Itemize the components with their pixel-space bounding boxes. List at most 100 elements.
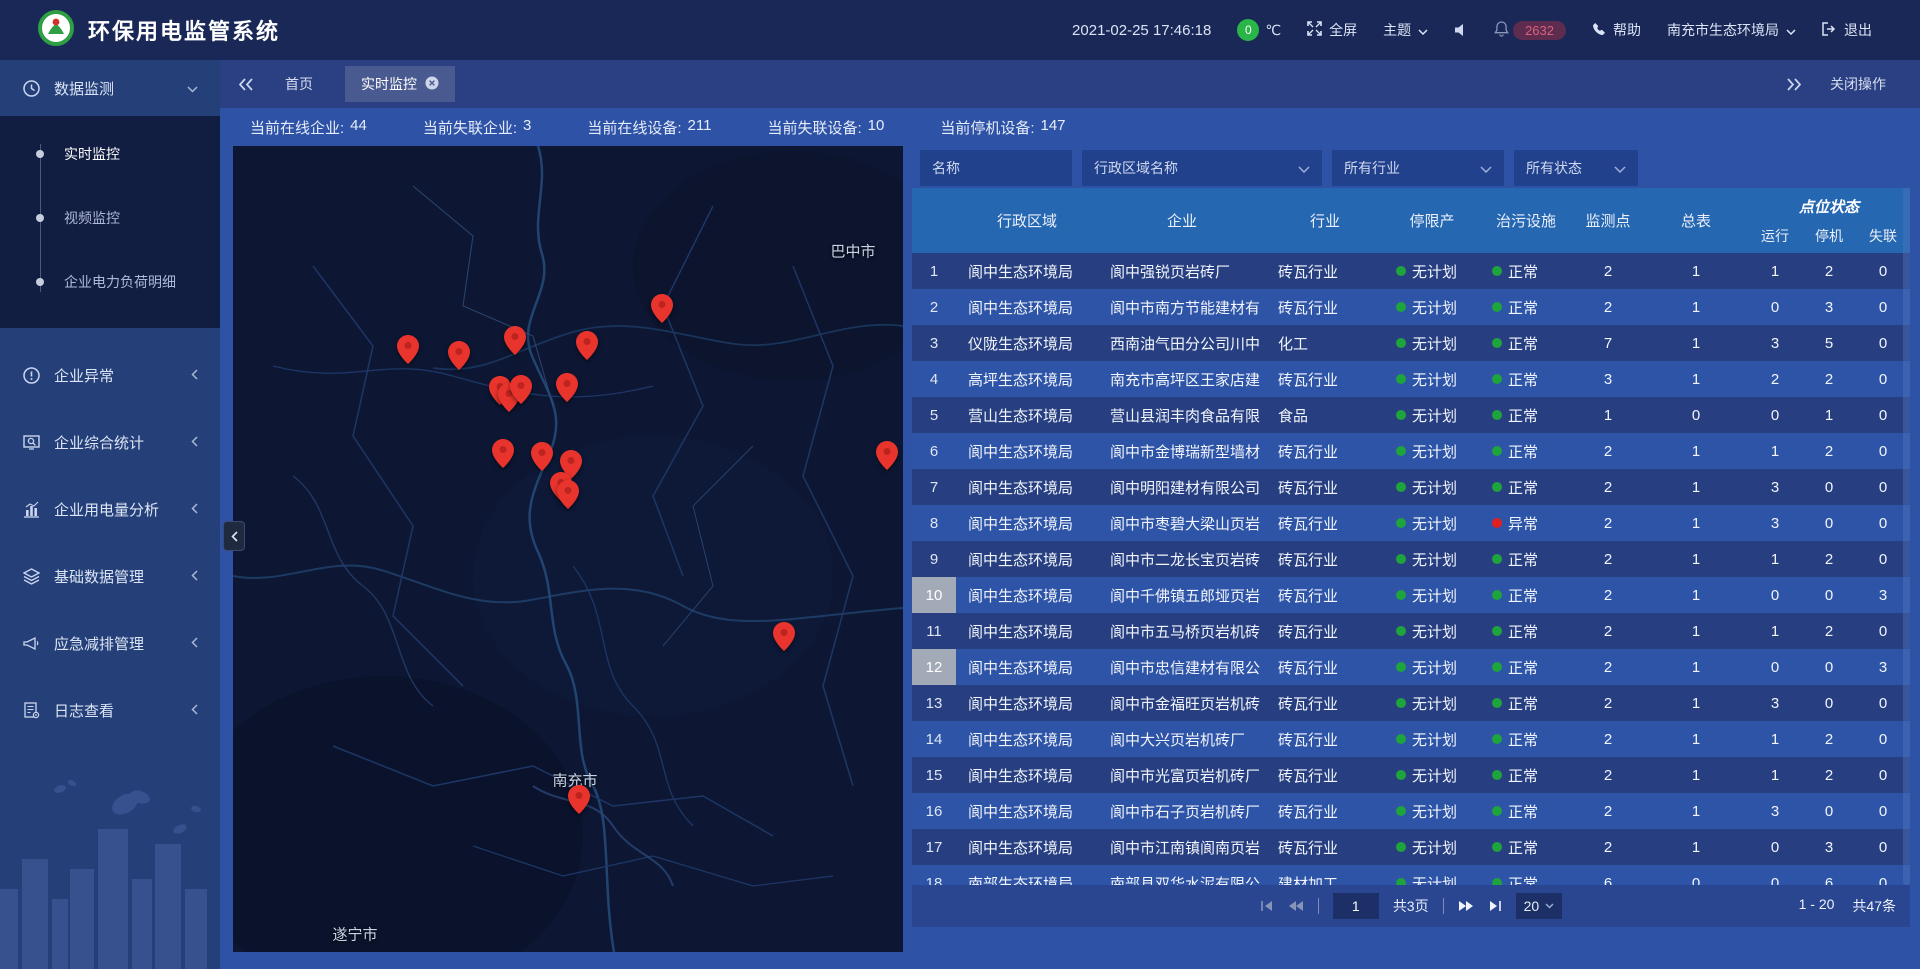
table-row[interactable]: 8阆中生态环境局阆中市枣碧大梁山页岩砖瓦行业无计划异常21300	[912, 505, 1910, 541]
theme-dropdown[interactable]: 主题	[1383, 20, 1428, 40]
help-button[interactable]: 帮助	[1592, 20, 1641, 40]
table-row[interactable]: 7阆中生态环境局阆中明阳建材有限公司砖瓦行业无计划正常21300	[912, 469, 1910, 505]
row-number: 8	[912, 505, 956, 541]
row-company: 阆中市忠信建材有限公	[1098, 649, 1266, 685]
row-monitor-points: 6	[1572, 865, 1644, 885]
tabs-scroll-left-icon[interactable]	[238, 78, 253, 91]
row-industry: 砖瓦行业	[1266, 433, 1384, 469]
row-running-count: 0	[1748, 397, 1802, 433]
row-limit-status: 无计划	[1384, 433, 1480, 469]
status-filter-select[interactable]: 所有状态	[1514, 150, 1638, 186]
map-pin[interactable]	[492, 439, 514, 468]
table-row[interactable]: 12阆中生态环境局阆中市忠信建材有限公砖瓦行业无计划正常21003	[912, 649, 1910, 685]
region-filter-select[interactable]: 行政区域名称	[1082, 150, 1322, 186]
map-panel[interactable]: 巴中市南充市遂宁市	[233, 146, 903, 952]
page-number-input[interactable]: 1	[1333, 893, 1379, 919]
monitor-search-icon	[22, 434, 40, 451]
col-index	[912, 188, 956, 253]
map-pin[interactable]	[651, 294, 673, 323]
stat-item: 当前失联设备:10	[767, 117, 884, 138]
sidebar-item-power-usage-analysis[interactable]: 企业用电量分析	[0, 476, 220, 543]
row-region: 高坪生态环境局	[956, 361, 1098, 397]
logout-button[interactable]: 退出	[1822, 20, 1872, 40]
prev-page-icon[interactable]	[1288, 900, 1304, 912]
map-pin[interactable]	[576, 331, 598, 360]
row-facility-status: 正常	[1480, 253, 1572, 289]
table-row[interactable]: 10阆中生态环境局阆中千佛镇五郎垭页岩砖瓦行业无计划正常21003	[912, 577, 1910, 613]
sidebar-item-data-monitoring[interactable]: 数据监测	[0, 60, 220, 116]
col-group-point-status: 点位状态	[1748, 188, 1910, 218]
fullscreen-label: 全屏	[1329, 20, 1357, 40]
next-page-icon[interactable]	[1458, 900, 1474, 912]
chevron-left-icon	[191, 367, 198, 384]
user-dropdown[interactable]: 南充市生态环境局	[1667, 20, 1796, 40]
close-operations-button[interactable]: 关闭操作	[1830, 74, 1886, 94]
row-stopped-count: 2	[1802, 757, 1856, 793]
sidebar-item-enterprise-abnormal[interactable]: 企业异常	[0, 342, 220, 409]
table-row[interactable]: 13阆中生态环境局阆中市金福旺页岩机砖砖瓦行业无计划正常21300	[912, 685, 1910, 721]
table-row[interactable]: 14阆中生态环境局阆中大兴页岩机砖厂砖瓦行业无计划正常21120	[912, 721, 1910, 757]
speaker-icon[interactable]	[1454, 23, 1468, 37]
tab-home[interactable]: 首页	[269, 66, 329, 102]
row-region: 阆中生态环境局	[956, 433, 1098, 469]
map-pin[interactable]	[556, 373, 578, 402]
table-row[interactable]: 18南部生态环境局南部县双华水泥有限公建材加工无计划正常60060	[912, 865, 1910, 885]
sidebar-item-power-load-detail[interactable]: 企业电力负荷明细	[0, 250, 220, 314]
industry-filter-select[interactable]: 所有行业	[1332, 150, 1504, 186]
table-row[interactable]: 17阆中生态环境局阆中市江南镇阆南页岩砖瓦行业无计划正常21030	[912, 829, 1910, 865]
map-collapse-handle[interactable]	[223, 521, 245, 551]
col-limit-production: 停限产	[1384, 188, 1480, 253]
row-stopped-count: 0	[1802, 649, 1856, 685]
table-scrollbar[interactable]	[1903, 188, 1910, 885]
map-pin[interactable]	[773, 622, 795, 651]
sidebar-item-base-data-management[interactable]: 基础数据管理	[0, 543, 220, 610]
table-row[interactable]: 3仪陇生态环境局西南油气田分公司川中化工无计划正常71350	[912, 325, 1910, 361]
close-icon[interactable]	[425, 76, 439, 93]
sidebar-item-video-monitoring[interactable]: 视频监控	[0, 186, 220, 250]
sidebar-item-enterprise-statistics[interactable]: 企业综合统计	[0, 409, 220, 476]
tabs-scroll-right-icon[interactable]	[1787, 78, 1802, 91]
row-company: 阆中明阳建材有限公司	[1098, 469, 1266, 505]
brand: 环保用电监管系统	[0, 10, 280, 51]
map-pin[interactable]	[510, 375, 532, 404]
map-pin[interactable]	[876, 441, 898, 470]
table-row[interactable]: 1阆中生态环境局阆中强锐页岩砖厂砖瓦行业无计划正常21120	[912, 253, 1910, 289]
row-offline-count: 0	[1856, 325, 1910, 361]
row-limit-status: 无计划	[1384, 757, 1480, 793]
table-row[interactable]: 2阆中生态环境局阆中市南方节能建材有砖瓦行业无计划正常21030	[912, 289, 1910, 325]
chevron-left-icon	[191, 635, 198, 652]
row-number: 5	[912, 397, 956, 433]
table-row[interactable]: 11阆中生态环境局阆中市五马桥页岩机砖砖瓦行业无计划正常21120	[912, 613, 1910, 649]
table-row[interactable]: 9阆中生态环境局阆中市二龙长宝页岩砖砖瓦行业无计划正常21120	[912, 541, 1910, 577]
page-size-select[interactable]: 20	[1516, 893, 1563, 919]
first-page-icon[interactable]	[1260, 900, 1274, 912]
map-pin[interactable]	[448, 341, 470, 370]
map-pin[interactable]	[397, 335, 419, 364]
table-row[interactable]: 4高坪生态环境局南充市高坪区王家店建砖瓦行业无计划正常31220	[912, 361, 1910, 397]
table-row[interactable]: 5营山生态环境局营山县润丰肉食品有限食品无计划正常10010	[912, 397, 1910, 433]
bell-icon	[1494, 21, 1509, 40]
map-pin[interactable]	[568, 785, 590, 814]
col-region: 行政区域	[956, 188, 1098, 253]
row-facility-status: 正常	[1480, 865, 1572, 885]
tab-realtime-monitoring[interactable]: 实时监控	[345, 66, 455, 102]
sidebar-item-emergency-reduction[interactable]: 应急减排管理	[0, 610, 220, 677]
map-pin[interactable]	[531, 442, 553, 471]
last-page-icon[interactable]	[1488, 900, 1502, 912]
fullscreen-button[interactable]: 全屏	[1307, 20, 1357, 40]
row-limit-status: 无计划	[1384, 541, 1480, 577]
row-number: 2	[912, 289, 956, 325]
notifications-button[interactable]: 2632	[1494, 21, 1566, 40]
row-limit-status: 无计划	[1384, 325, 1480, 361]
sidebar-item-log-view[interactable]: 日志查看	[0, 677, 220, 744]
table-row[interactable]: 16阆中生态环境局阆中市石子页岩机砖厂砖瓦行业无计划正常21300	[912, 793, 1910, 829]
row-number: 7	[912, 469, 956, 505]
table-row[interactable]: 6阆中生态环境局阆中市金博瑞新型墙材砖瓦行业无计划正常21120	[912, 433, 1910, 469]
name-filter-input[interactable]	[920, 150, 1072, 186]
map-pin[interactable]	[557, 480, 579, 509]
map-city-label: 遂宁市	[332, 924, 377, 945]
map-pin[interactable]	[504, 326, 526, 355]
sidebar-item-realtime-monitoring[interactable]: 实时监控	[0, 122, 220, 186]
pagination-bar: 1 共3页 20 1 - 20 共47条	[912, 885, 1910, 927]
table-row[interactable]: 15阆中生态环境局阆中市光富页岩机砖厂砖瓦行业无计划正常21120	[912, 757, 1910, 793]
